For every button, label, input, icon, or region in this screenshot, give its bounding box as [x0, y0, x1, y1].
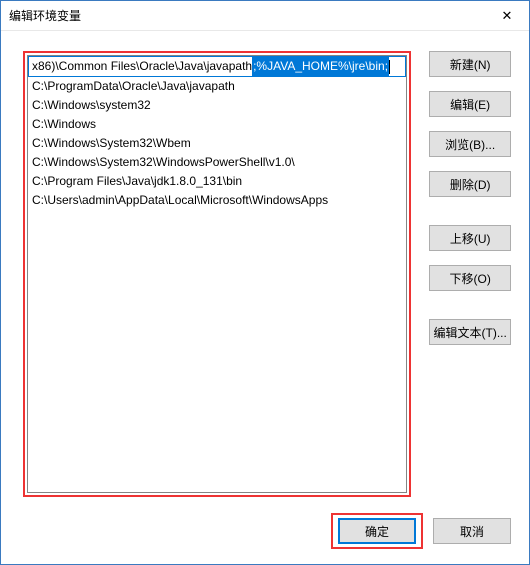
list-item-editing[interactable]: x86)\Common Files\Oracle\Java\javapath;%… — [28, 56, 406, 77]
list-item[interactable]: C:\Windows\System32\Wbem — [28, 134, 406, 153]
dialog-content: x86)\Common Files\Oracle\Java\javapath;%… — [1, 31, 529, 513]
cancel-button[interactable]: 取消 — [433, 518, 511, 544]
button-column: 新建(N) 编辑(E) 浏览(B)... 删除(D) 上移(U) 下移(O) 编… — [429, 51, 511, 497]
window-title: 编辑环境变量 — [9, 7, 485, 24]
ok-highlight-frame: 确定 — [331, 513, 423, 549]
edit-text-prefix: x86)\Common Files\Oracle\Java\javapath — [32, 57, 252, 76]
list-item[interactable]: C:\ProgramData\Oracle\Java\javapath — [28, 77, 406, 96]
list-item[interactable]: C:\Program Files\Java\jdk1.8.0_131\bin — [28, 172, 406, 191]
list-item[interactable]: C:\Windows — [28, 115, 406, 134]
delete-button[interactable]: 删除(D) — [429, 171, 511, 197]
movedown-button[interactable]: 下移(O) — [429, 265, 511, 291]
moveup-button[interactable]: 上移(U) — [429, 225, 511, 251]
spacer — [429, 211, 511, 225]
dialog-window: 编辑环境变量 ✕ x86)\Common Files\Oracle\Java\j… — [0, 0, 530, 565]
edit-button[interactable]: 编辑(E) — [429, 91, 511, 117]
edittext-button[interactable]: 编辑文本(T)... — [429, 319, 511, 345]
close-button[interactable]: ✕ — [485, 1, 529, 31]
path-listbox[interactable]: x86)\Common Files\Oracle\Java\javapath;%… — [27, 55, 407, 493]
list-item[interactable]: C:\Windows\system32 — [28, 96, 406, 115]
dialog-footer: 确定 取消 — [1, 513, 529, 565]
ok-button[interactable]: 确定 — [338, 518, 416, 544]
listbox-highlight-frame: x86)\Common Files\Oracle\Java\javapath;%… — [23, 51, 411, 497]
close-icon: ✕ — [502, 8, 513, 24]
edit-text-selection: ;%JAVA_HOME%\jre\bin; — [252, 57, 389, 76]
text-caret — [389, 60, 390, 74]
browse-button[interactable]: 浏览(B)... — [429, 131, 511, 157]
new-button[interactable]: 新建(N) — [429, 51, 511, 77]
titlebar: 编辑环境变量 ✕ — [1, 1, 529, 31]
spacer — [429, 305, 511, 319]
list-item[interactable]: C:\Users\admin\AppData\Local\Microsoft\W… — [28, 191, 406, 210]
list-item[interactable]: C:\Windows\System32\WindowsPowerShell\v1… — [28, 153, 406, 172]
